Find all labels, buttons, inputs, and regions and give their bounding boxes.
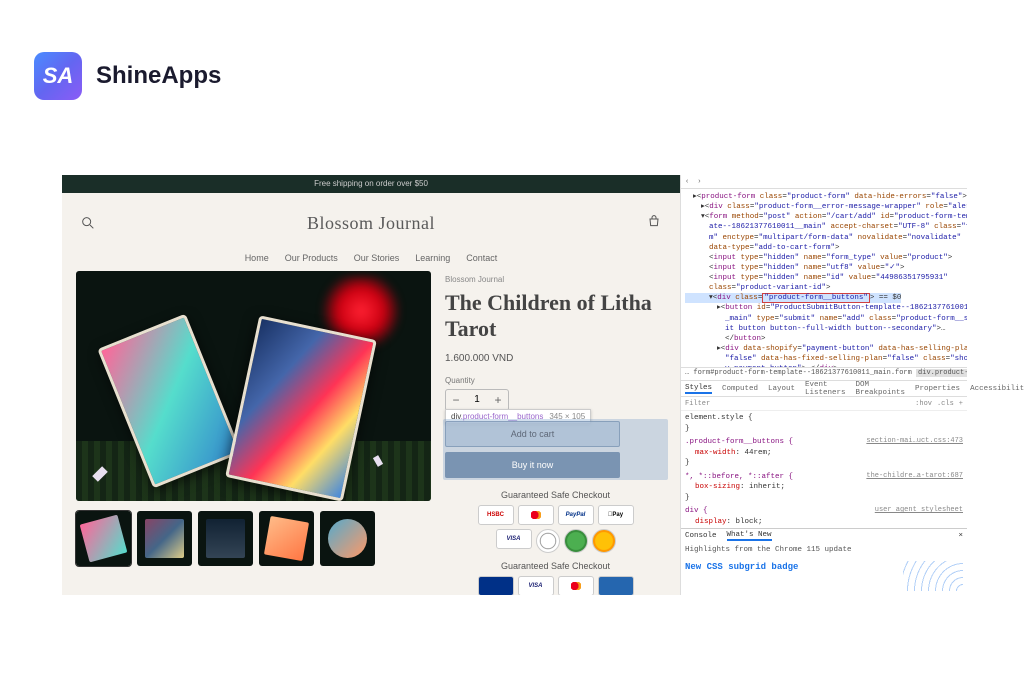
decorative-wave-icon bbox=[903, 561, 963, 591]
trust-seal-2 bbox=[564, 529, 588, 553]
cls-toggle[interactable]: .cls bbox=[937, 400, 954, 408]
tab-dom-breakpoints[interactable]: DOM Breakpoints bbox=[856, 381, 906, 397]
devtools-panel: ‹ › ▸<product-form class="product-form" … bbox=[680, 175, 967, 595]
arrow-left-icon[interactable]: ‹ bbox=[685, 178, 689, 186]
badge-paypal: PayPal bbox=[558, 505, 594, 525]
tab-layout[interactable]: Layout bbox=[768, 385, 795, 393]
hov-toggle[interactable]: :hov bbox=[915, 400, 932, 408]
badge-small-3 bbox=[558, 576, 594, 595]
tab-event-listeners[interactable]: Event Listeners bbox=[805, 381, 846, 397]
product-details: Blossom Journal The Children of Litha Ta… bbox=[445, 271, 666, 595]
store-title: Blossom Journal bbox=[307, 213, 435, 234]
main-nav: Home Our Products Our Stories Learning C… bbox=[62, 253, 680, 271]
brand-header: SA ShineApps bbox=[34, 52, 221, 100]
thumb-5[interactable] bbox=[320, 511, 375, 566]
badge-visa: VISA bbox=[496, 529, 532, 549]
drawer-close-icon[interactable]: × bbox=[958, 532, 963, 540]
brand-name: ShineApps bbox=[96, 62, 221, 90]
vendor-label: Blossom Journal bbox=[445, 275, 666, 284]
logo-icon: SA bbox=[34, 52, 82, 100]
screenshot-region: Free shipping on order over $50 Blossom … bbox=[62, 175, 967, 595]
trust-heading-2: Guaranteed Safe Checkout bbox=[445, 561, 666, 571]
tab-properties[interactable]: Properties bbox=[915, 385, 960, 393]
thumb-1[interactable] bbox=[76, 511, 131, 566]
store-header: Blossom Journal bbox=[62, 193, 680, 253]
filter-input[interactable]: Filter bbox=[685, 400, 710, 408]
thumb-3[interactable] bbox=[198, 511, 253, 566]
quantity-label: Quantity bbox=[445, 376, 666, 385]
qty-value: 1 bbox=[466, 394, 488, 405]
thumb-4[interactable] bbox=[259, 511, 314, 566]
tab-styles[interactable]: Styles bbox=[685, 384, 712, 394]
trust-block-1: Guaranteed Safe Checkout HSBC PayPal Pa… bbox=[445, 490, 666, 553]
styles-tabs: Styles Computed Layout Event Listeners D… bbox=[681, 381, 967, 397]
nav-learning[interactable]: Learning bbox=[415, 253, 450, 263]
trust-block-2: Guaranteed Safe Checkout VISA bbox=[445, 561, 666, 595]
nav-contact[interactable]: Contact bbox=[466, 253, 497, 263]
trust-heading-1: Guaranteed Safe Checkout bbox=[445, 490, 666, 500]
nav-home[interactable]: Home bbox=[245, 253, 269, 263]
cart-icon[interactable] bbox=[646, 215, 662, 231]
thumb-2[interactable] bbox=[137, 511, 192, 566]
product-title: The Children of Litha Tarot bbox=[445, 290, 666, 343]
elements-tree[interactable]: ▸<product-form class="product-form" data… bbox=[681, 189, 967, 367]
main-product-image[interactable] bbox=[76, 271, 431, 501]
search-icon[interactable] bbox=[80, 215, 96, 231]
badge-small-4 bbox=[598, 576, 634, 595]
add-to-cart-button[interactable]: Add to cart bbox=[445, 421, 620, 447]
nav-products[interactable]: Our Products bbox=[285, 253, 338, 263]
buy-now-button[interactable]: Buy it now bbox=[445, 452, 620, 478]
trust-seal-1 bbox=[536, 529, 560, 553]
breadcrumb[interactable]: … form#product-form-template--1862137761… bbox=[681, 367, 967, 381]
styles-filter-row: Filter :hov .cls + bbox=[681, 397, 967, 411]
badge-small-1 bbox=[478, 576, 514, 595]
product-gallery bbox=[76, 271, 431, 595]
highlights-heading: Highlights from the Chrome 115 update bbox=[685, 546, 963, 554]
tab-accessibility[interactable]: Accessibility bbox=[970, 385, 1024, 393]
trust-seal-3 bbox=[592, 529, 616, 553]
qty-minus-button[interactable]: − bbox=[446, 390, 466, 410]
thumbnail-row bbox=[76, 511, 431, 566]
arrow-right-icon[interactable]: › bbox=[697, 178, 701, 186]
devtools-toolbar: ‹ › bbox=[681, 175, 967, 189]
product-form-buttons: Add to cart Buy it now bbox=[445, 421, 666, 478]
styles-rules[interactable]: element.style {} section-mai…uct.css:473… bbox=[681, 411, 967, 528]
new-rule-button[interactable]: + bbox=[959, 400, 963, 408]
devtools-drawer: Console What's New × Highlights from the… bbox=[681, 528, 967, 595]
storefront-panel: Free shipping on order over $50 Blossom … bbox=[62, 175, 680, 595]
quantity-stepper: − 1 + bbox=[445, 389, 509, 411]
product-section: Blossom Journal The Children of Litha Ta… bbox=[62, 271, 680, 595]
nav-stories[interactable]: Our Stories bbox=[354, 253, 400, 263]
badge-hsbc: HSBC bbox=[478, 505, 514, 525]
qty-plus-button[interactable]: + bbox=[488, 390, 508, 410]
badge-applepay: Pay bbox=[598, 505, 634, 525]
tab-computed[interactable]: Computed bbox=[722, 385, 758, 393]
badge-small-2: VISA bbox=[518, 576, 554, 595]
badge-mastercard bbox=[518, 505, 554, 525]
drawer-tab-whatsnew[interactable]: What's New bbox=[727, 531, 772, 541]
drawer-tab-console[interactable]: Console bbox=[685, 532, 717, 540]
product-price: 1.600.000 VND bbox=[445, 353, 666, 364]
announcement-bar: Free shipping on order over $50 bbox=[62, 175, 680, 193]
